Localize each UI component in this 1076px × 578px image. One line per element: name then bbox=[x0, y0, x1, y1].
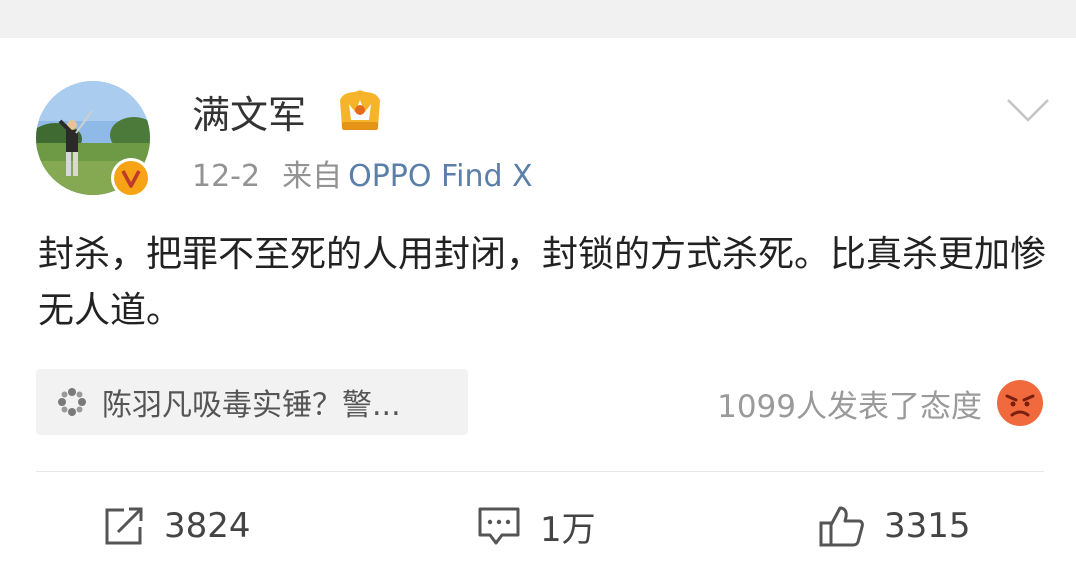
chevron-down-icon[interactable] bbox=[1006, 96, 1050, 124]
comment-button[interactable]: 1万 bbox=[476, 500, 596, 552]
repost-icon bbox=[105, 507, 143, 545]
repost-count: 3824 bbox=[164, 506, 251, 546]
repost-button[interactable]: 3824 bbox=[102, 500, 251, 552]
verified-v-icon bbox=[121, 170, 141, 188]
post-date: 12-2 bbox=[192, 159, 261, 194]
reactions-label: 1099人发表了态度 bbox=[717, 388, 982, 425]
post-text: 封杀，把罪不至死的人用封闭，封锁的方式杀死。比真杀更加惨无人道。 bbox=[38, 234, 1047, 331]
comment-icon bbox=[478, 507, 520, 545]
crown-icon[interactable] bbox=[335, 88, 385, 134]
like-count: 3315 bbox=[884, 506, 971, 546]
topic-label: 陈羽凡吸毒实锤？警... bbox=[102, 388, 401, 423]
divider bbox=[36, 471, 1044, 472]
angry-face-icon bbox=[997, 380, 1043, 426]
source-device-link[interactable]: OPPO Find X bbox=[348, 159, 533, 194]
topic-chip[interactable]: 陈羽凡吸毒实锤？警... bbox=[36, 369, 468, 435]
author-name[interactable]: 满文军 bbox=[192, 90, 306, 140]
reactions-summary[interactable]: 1099人发表了态度 bbox=[717, 376, 1044, 430]
comment-count: 1万 bbox=[540, 509, 596, 550]
top-separator-strip bbox=[0, 0, 1076, 38]
thumbs-up-icon bbox=[819, 506, 864, 547]
like-button[interactable]: 3315 bbox=[818, 500, 971, 552]
from-label: 来自 bbox=[282, 159, 343, 194]
verified-badge bbox=[111, 158, 151, 198]
post-meta: 12-2 来自 OPPO Find X bbox=[192, 157, 533, 197]
flower-icon bbox=[58, 388, 86, 416]
